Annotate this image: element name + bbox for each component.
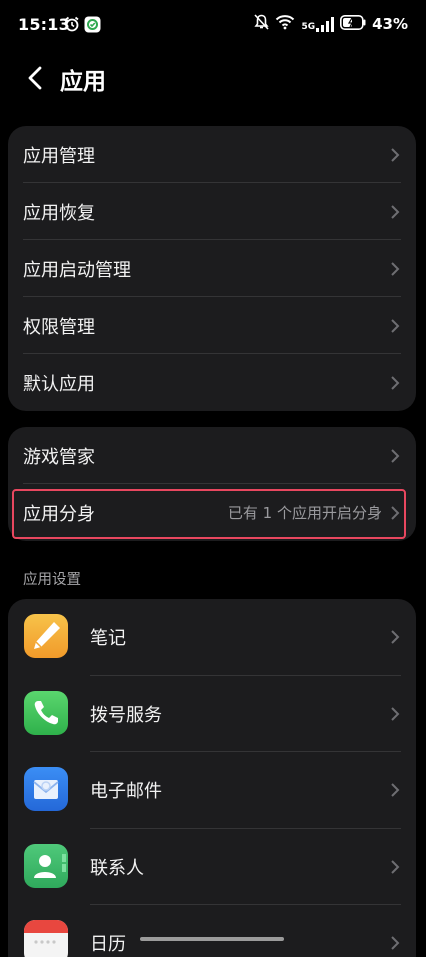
row-app-startup-management[interactable]: 应用启动管理 xyxy=(8,240,416,297)
app-row-email[interactable]: 电子邮件 xyxy=(8,752,416,829)
row-default-apps[interactable]: 默认应用 xyxy=(8,354,416,411)
chevron-right-icon xyxy=(391,630,400,644)
app-row-notes[interactable]: 笔记 xyxy=(8,599,416,676)
section-title-app-settings: 应用设置 xyxy=(23,572,81,588)
settings-apps-screen: 15:13 5G 43% 应用 应用管理 应用恢复 应用启动管理 权限管理 默认… xyxy=(0,0,426,957)
phone-icon xyxy=(24,690,68,735)
chevron-right-icon xyxy=(391,707,400,721)
row-label: 默认应用 xyxy=(23,373,95,395)
calendar-icon xyxy=(24,920,68,957)
app-notification-icon xyxy=(84,16,101,37)
row-app-management[interactable]: 应用管理 xyxy=(8,126,416,183)
row-label: 游戏管家 xyxy=(23,446,95,468)
contacts-icon xyxy=(24,843,68,888)
row-label: 应用恢复 xyxy=(23,202,95,224)
app-label: 拨号服务 xyxy=(90,704,162,726)
chevron-right-icon xyxy=(391,147,400,162)
chevron-right-icon xyxy=(391,204,400,219)
email-icon xyxy=(24,767,68,811)
row-permission-management[interactable]: 权限管理 xyxy=(8,297,416,354)
status-bar: 15:13 5G 43% xyxy=(0,0,426,50)
row-game-manager[interactable]: 游戏管家 xyxy=(8,427,416,484)
network-type: 5G xyxy=(301,21,316,32)
row-label: 应用分身 xyxy=(23,503,95,525)
status-time: 15:13 xyxy=(18,15,70,34)
home-indicator[interactable] xyxy=(140,937,284,941)
chevron-right-icon xyxy=(391,318,400,333)
row-app-recovery[interactable]: 应用恢复 xyxy=(8,183,416,240)
battery-percent: 43% xyxy=(372,15,408,33)
app-row-contacts[interactable]: 联系人 xyxy=(8,829,416,905)
app-row-dialer[interactable]: 拨号服务 xyxy=(8,676,416,752)
chevron-left-icon[interactable] xyxy=(22,64,50,92)
app-label: 电子邮件 xyxy=(90,781,162,803)
chevron-right-icon xyxy=(391,505,400,520)
app-settings-list: 笔记 拨号服务 电子邮件 联系人 日历 xyxy=(8,599,416,957)
wifi-icon xyxy=(275,14,295,34)
settings-group-2: 游戏管家 应用分身 已有 1 个应用开启分身 xyxy=(8,427,416,541)
chevron-right-icon xyxy=(391,448,400,463)
row-label: 应用管理 xyxy=(23,145,95,167)
header: 应用 xyxy=(0,52,426,104)
row-label: 权限管理 xyxy=(23,316,95,338)
app-label: 笔记 xyxy=(90,628,126,650)
signal-icon: 5G xyxy=(301,16,335,32)
battery-icon xyxy=(340,14,366,34)
chevron-right-icon xyxy=(391,375,400,390)
notes-icon xyxy=(24,614,68,658)
mute-icon xyxy=(254,14,270,34)
alarm-icon xyxy=(64,16,80,37)
row-app-clone[interactable]: 应用分身 已有 1 个应用开启分身 xyxy=(8,484,416,541)
app-label: 联系人 xyxy=(90,857,144,879)
chevron-right-icon xyxy=(391,936,400,950)
app-row-calendar[interactable]: 日历 xyxy=(8,905,416,957)
chevron-right-icon xyxy=(391,783,400,797)
chevron-right-icon xyxy=(391,860,400,874)
app-clone-status: 已有 1 个应用开启分身 xyxy=(227,504,382,522)
page-title: 应用 xyxy=(60,69,106,95)
app-label: 日历 xyxy=(90,934,126,956)
settings-group-1: 应用管理 应用恢复 应用启动管理 权限管理 默认应用 xyxy=(8,126,416,411)
row-label: 应用启动管理 xyxy=(23,259,131,281)
chevron-right-icon xyxy=(391,261,400,276)
